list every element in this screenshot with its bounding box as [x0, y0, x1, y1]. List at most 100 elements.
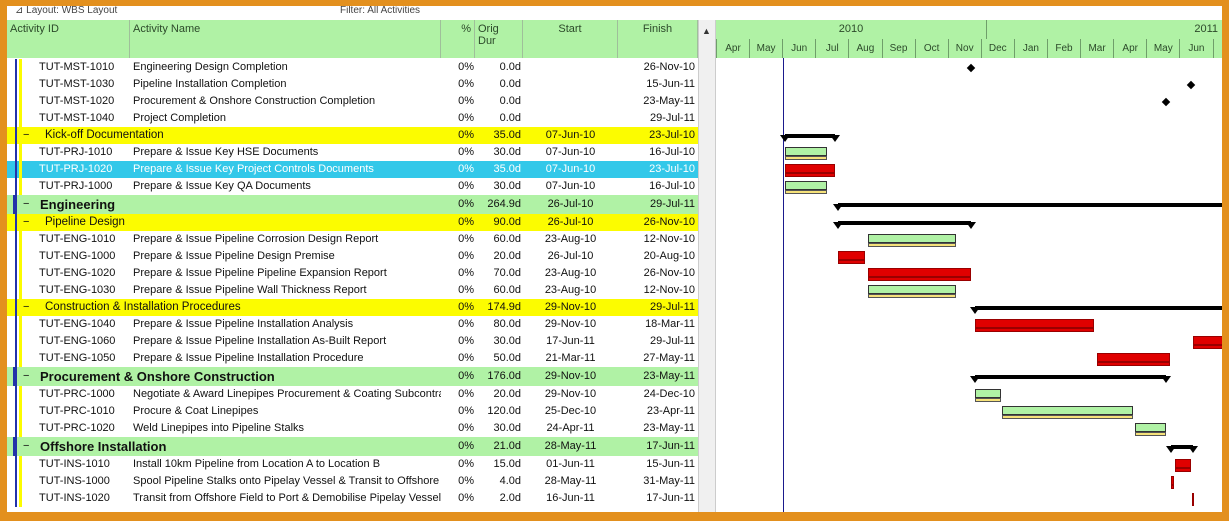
milestone-marker[interactable] — [967, 63, 976, 72]
table-row[interactable]: TUT-ENG-1050 Prepare & Issue Pipeline Ins… — [7, 350, 698, 367]
activity-name: Prepare & Issue Pipeline Pipeline Expans… — [133, 267, 387, 279]
activity-id: TUT-PRC-1000 — [39, 388, 115, 400]
month-header: Dec — [980, 39, 1014, 58]
collapse-toggle-icon[interactable]: − — [23, 299, 29, 316]
milestone-marker[interactable] — [1186, 80, 1196, 89]
collapse-toggle-icon[interactable]: − — [23, 195, 29, 214]
activity-orig-dur: 30.0d — [493, 335, 521, 347]
activity-orig-dur: 70.0d — [493, 267, 521, 279]
col-start[interactable]: Start — [523, 20, 618, 58]
scroll-up-icon[interactable]: ▲ — [702, 26, 711, 36]
wbs-level-band — [19, 350, 22, 367]
wbs-group-row[interactable]: − Kick-off Documentation 0% 35.0d 07-Jun-10 2… — [7, 127, 698, 144]
table-header: Activity ID Activity Name % Orig Dur Sta… — [7, 20, 698, 58]
activity-bar[interactable] — [867, 268, 972, 277]
activity-finish: 29-Jul-11 — [649, 301, 695, 313]
table-row[interactable]: TUT-ENG-1030 Prepare & Issue Pipeline Wal… — [7, 282, 698, 299]
summary-bar[interactable] — [974, 374, 1166, 379]
wbs-group-row[interactable]: − Offshore Installation 0% 21.0d 28-May-11 17… — [7, 437, 698, 456]
col-activity-name[interactable]: Activity Name — [130, 20, 441, 58]
table-row[interactable]: TUT-ENG-1020 Prepare & Issue Pipeline Pip… — [7, 265, 698, 282]
activity-bar[interactable] — [1171, 476, 1175, 485]
activity-id: TUT-ENG-1000 — [39, 250, 116, 262]
activity-bar[interactable] — [974, 319, 1095, 328]
col-percent[interactable]: % — [441, 20, 475, 58]
baseline-bar — [784, 156, 828, 160]
activity-percent: 0% — [458, 129, 474, 141]
table-row[interactable]: TUT-ENG-1060 Prepare & Issue Pipeline Ins… — [7, 333, 698, 350]
activity-bar[interactable] — [1097, 353, 1171, 362]
activity-bar[interactable] — [867, 234, 956, 243]
table-row[interactable]: TUT-PRJ-1020 Prepare & Issue Key Project … — [7, 161, 698, 178]
table-row[interactable]: TUT-ENG-1040 Prepare & Issue Pipeline Ins… — [7, 316, 698, 333]
activity-bar[interactable] — [1193, 336, 1222, 345]
col-activity-id[interactable]: Activity ID — [7, 20, 130, 58]
col-orig-dur[interactable]: Orig Dur — [475, 20, 523, 58]
table-row[interactable]: TUT-INS-1000 Spool Pipeline Stalks onto P… — [7, 473, 698, 490]
milestone-marker[interactable] — [1161, 97, 1171, 106]
activity-name: Install 10km Pipeline from Location A to… — [133, 458, 381, 470]
table-row[interactable]: TUT-PRC-1000 Negotiate & Award Linepipes … — [7, 386, 698, 403]
table-row[interactable]: TUT-MST-1020 Procurement & Onshore Constr… — [7, 93, 698, 110]
activity-bar[interactable] — [1175, 459, 1191, 468]
table-row[interactable]: TUT-ENG-1000 Prepare & Issue Pipeline Des… — [7, 248, 698, 265]
activity-bar[interactable] — [784, 164, 835, 173]
table-row[interactable]: TUT-ENG-1010 Prepare & Issue Pipeline Cor… — [7, 231, 698, 248]
layout-label[interactable]: ⊿ Layout: WBS Layout — [15, 6, 117, 16]
gantt-chart: 2010 2011 Apr May Jun Jul Aug Sep Oct Nov Dec Jan… — [716, 20, 1222, 512]
table-row[interactable]: TUT-INS-1010 Install 10km Pipeline from L… — [7, 456, 698, 473]
collapse-toggle-icon[interactable]: − — [23, 367, 29, 386]
filter-label[interactable]: Filter: All Activities — [340, 6, 420, 16]
activity-percent: 0% — [458, 284, 474, 296]
table-row[interactable]: TUT-MST-1030 Pipeline Installation Comple… — [7, 76, 698, 93]
wbs-level-band — [19, 76, 22, 93]
activity-bar[interactable] — [1002, 406, 1134, 415]
wbs-group-row[interactable]: − Procurement & Onshore Construction 0% 176… — [7, 367, 698, 386]
splitter-scrollbar[interactable]: ▲ — [698, 20, 716, 512]
activity-bar[interactable] — [1134, 423, 1166, 432]
activity-bar[interactable] — [974, 389, 1002, 398]
wbs-level-band — [19, 231, 22, 248]
collapse-toggle-icon[interactable]: − — [23, 127, 29, 144]
summary-bar[interactable] — [974, 305, 1222, 310]
col-finish[interactable]: Finish — [618, 20, 698, 58]
activity-finish: 12-Nov-10 — [643, 284, 695, 296]
collapse-toggle-icon[interactable]: − — [23, 214, 29, 231]
table-row[interactable]: TUT-INS-1020 Transit from Offshore Field … — [7, 490, 698, 507]
wbs-level-band — [19, 59, 22, 76]
wbs-level-band — [15, 316, 17, 333]
table-row[interactable]: TUT-MST-1040 Project Completion 0% 0.0d 29-J… — [7, 110, 698, 127]
data-date-line — [783, 58, 784, 512]
table-row[interactable]: TUT-PRJ-1010 Prepare & Issue Key HSE Docu… — [7, 144, 698, 161]
activity-orig-dur: 80.0d — [493, 318, 521, 330]
activity-start: 26-Jul-10 — [547, 250, 594, 262]
summary-bar[interactable] — [784, 133, 835, 138]
activity-finish: 17-Jun-11 — [646, 440, 695, 452]
wbs-group-row[interactable]: − Pipeline Design 0% 90.0d 26-Jul-10 26-Nov-1… — [7, 214, 698, 231]
activity-finish: 23-May-11 — [643, 370, 695, 382]
wbs-level-band — [19, 144, 22, 161]
activity-bar[interactable] — [837, 251, 865, 260]
month-header: Feb — [1047, 39, 1080, 58]
activity-percent: 0% — [458, 335, 474, 347]
wbs-level-band — [15, 456, 17, 473]
activity-name: Prepare & Issue Pipeline Installation As… — [133, 335, 387, 347]
wbs-level-band — [15, 490, 17, 507]
table-row[interactable]: TUT-PRC-1010 Procure & Coat Linepipes 0% 12… — [7, 403, 698, 420]
activity-bar[interactable] — [867, 285, 956, 294]
activity-orig-dur: 50.0d — [493, 352, 521, 364]
summary-bar[interactable] — [837, 220, 972, 225]
table-row[interactable]: TUT-MST-1010 Engineering Design Completio… — [7, 59, 698, 76]
activity-orig-dur: 60.0d — [493, 233, 521, 245]
activity-bar[interactable] — [784, 147, 828, 156]
collapse-toggle-icon[interactable]: − — [23, 437, 29, 456]
activity-bar[interactable] — [1191, 493, 1194, 502]
wbs-group-row[interactable]: − Engineering 0% 264.9d 26-Jul-10 29-Jul-11 — [7, 195, 698, 214]
activity-id: TUT-ENG-1030 — [39, 284, 116, 296]
activity-finish: 12-Nov-10 — [643, 233, 695, 245]
table-row[interactable]: TUT-PRC-1020 Weld Linepipes into Pipeline… — [7, 420, 698, 437]
activity-bar[interactable] — [784, 181, 828, 190]
summary-bar[interactable] — [837, 202, 1222, 207]
table-row[interactable]: TUT-PRJ-1000 Prepare & Issue Key QA Docum… — [7, 178, 698, 195]
wbs-group-row[interactable]: − Construction & Installation Procedures 0… — [7, 299, 698, 316]
